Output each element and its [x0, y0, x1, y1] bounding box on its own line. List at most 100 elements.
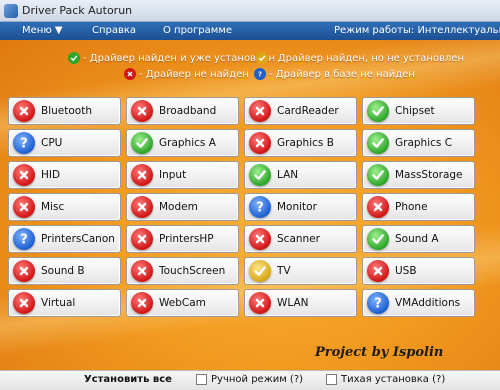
driver-button-usb[interactable]: USB: [362, 257, 475, 285]
main-panel: - Драйвер найден и уже установлен - Драй…: [0, 40, 500, 370]
driver-label: Chipset: [395, 105, 435, 117]
driver-button-broadband[interactable]: Broadband: [126, 97, 239, 125]
driver-label: Modem: [159, 201, 198, 213]
driver-label: PrintersHP: [159, 233, 214, 245]
check-icon: [249, 164, 271, 186]
driver-button-graphics-c[interactable]: Graphics C: [362, 129, 475, 157]
driver-label: MassStorage: [395, 169, 463, 181]
question-icon: ?: [13, 132, 35, 154]
driver-label: USB: [395, 265, 417, 277]
cross-icon: [13, 164, 35, 186]
driver-button-graphics-a[interactable]: Graphics A: [126, 129, 239, 157]
driver-button-bluetooth[interactable]: Bluetooth: [8, 97, 121, 125]
cross-icon: [249, 132, 271, 154]
svg-text:?: ?: [20, 233, 28, 247]
driver-button-wlan[interactable]: WLAN: [244, 289, 357, 317]
driver-button-phone[interactable]: Phone: [362, 193, 475, 221]
driver-grid: Bluetooth Broadband CardReader Chipset? CPU G…: [8, 97, 492, 317]
cross-icon: [13, 196, 35, 218]
driver-button-webcam[interactable]: WebCam: [126, 289, 239, 317]
legend-not-installed: - Драйвер найден, но не установлен: [256, 52, 464, 64]
driver-button-cardreader[interactable]: CardReader: [244, 97, 357, 125]
driver-button-lan[interactable]: LAN: [244, 161, 357, 189]
menu-item-menu[interactable]: Меню ▼: [22, 25, 63, 36]
legend-not-found-text: - Драйвер не найден: [139, 68, 249, 80]
check-warning-icon: [249, 260, 271, 282]
legend-installed-text: - Драйвер найден и уже установлен: [83, 52, 276, 64]
driver-button-monitor[interactable]: ? Monitor: [244, 193, 357, 221]
cross-icon: [131, 292, 153, 314]
driver-label: HID: [41, 169, 61, 181]
legend-in-database-text: - Драйвер в базе не найден: [269, 68, 415, 80]
driver-label: Bluetooth: [41, 105, 92, 117]
driver-label: TouchScreen: [159, 265, 226, 277]
driver-label: Input: [159, 169, 187, 181]
mode-label: Режим работы: Интеллектуальный: [334, 25, 500, 36]
driver-label: Misc: [41, 201, 65, 213]
driver-button-vmadditions[interactable]: ? VMAdditions: [362, 289, 475, 317]
manual-mode-option[interactable]: Ручной режим (?): [196, 374, 303, 385]
driver-button-virtual[interactable]: Virtual: [8, 289, 121, 317]
question-icon: ?: [367, 292, 389, 314]
driver-label: CPU: [41, 137, 63, 149]
cross-icon: [249, 292, 271, 314]
legend-not-found: - Драйвер не найден: [124, 68, 249, 80]
check-icon: [367, 164, 389, 186]
driver-label: Monitor: [277, 201, 317, 213]
silent-install-option[interactable]: Тихая установка (?): [326, 374, 445, 385]
driver-button-sound-b[interactable]: Sound B: [8, 257, 121, 285]
cross-icon: [124, 68, 136, 80]
install-all-button[interactable]: Установить все: [84, 374, 172, 385]
svg-text:?: ?: [256, 201, 264, 215]
driver-button-massstorage[interactable]: MassStorage: [362, 161, 475, 189]
driver-label: LAN: [277, 169, 299, 181]
driver-label: WebCam: [159, 297, 206, 309]
driver-button-graphics-b[interactable]: Graphics B: [244, 129, 357, 157]
cross-icon: [131, 100, 153, 122]
check-warning-icon: [256, 52, 268, 64]
driver-button-printerscanon[interactable]: ? PrintersCanon: [8, 225, 121, 253]
title-bar: Driver Pack Autorun: [0, 0, 500, 22]
cross-icon: [13, 100, 35, 122]
driver-button-printershp[interactable]: PrintersHP: [126, 225, 239, 253]
cross-icon: [249, 100, 271, 122]
cross-icon: [367, 196, 389, 218]
driver-label: TV: [277, 265, 291, 277]
driver-button-misc[interactable]: Misc: [8, 193, 121, 221]
cross-icon: [367, 260, 389, 282]
driver-label: Virtual: [41, 297, 76, 309]
credit-text: Project by Ispolin: [315, 345, 444, 360]
driver-button-input[interactable]: Input: [126, 161, 239, 189]
legend-not-installed-text: - Драйвер найден, но не установлен: [271, 52, 464, 64]
driver-label: Sound A: [395, 233, 439, 245]
svg-text:?: ?: [20, 137, 28, 151]
driver-button-tv[interactable]: TV: [244, 257, 357, 285]
driver-button-sound-a[interactable]: Sound A: [362, 225, 475, 253]
driver-button-cpu[interactable]: ? CPU: [8, 129, 121, 157]
check-icon: [131, 132, 153, 154]
check-icon: [367, 228, 389, 250]
silent-install-label: Тихая установка (?): [341, 374, 446, 385]
check-icon: [367, 100, 389, 122]
driver-button-touchscreen[interactable]: TouchScreen: [126, 257, 239, 285]
cross-icon: [13, 292, 35, 314]
manual-mode-checkbox[interactable]: [196, 374, 207, 385]
bottom-bar: Установить все Ручной режим (?) Тихая ус…: [0, 370, 500, 390]
driver-button-scanner[interactable]: Scanner: [244, 225, 357, 253]
menu-item-about[interactable]: О программе: [163, 25, 232, 36]
silent-install-checkbox[interactable]: [326, 374, 337, 385]
driver-label: Phone: [395, 201, 428, 213]
driver-button-modem[interactable]: Modem: [126, 193, 239, 221]
cross-icon: [131, 228, 153, 250]
legend-installed: - Драйвер найден и уже установлен: [68, 52, 275, 64]
svg-text:?: ?: [258, 70, 262, 78]
cross-icon: [131, 164, 153, 186]
cross-icon: [13, 260, 35, 282]
driver-button-chipset[interactable]: Chipset: [362, 97, 475, 125]
menu-item-help[interactable]: Справка: [92, 25, 136, 36]
app-icon: [4, 4, 18, 18]
svg-text:?: ?: [374, 297, 382, 311]
question-icon: ?: [254, 68, 266, 80]
driver-label: Sound B: [41, 265, 85, 277]
driver-button-hid[interactable]: HID: [8, 161, 121, 189]
